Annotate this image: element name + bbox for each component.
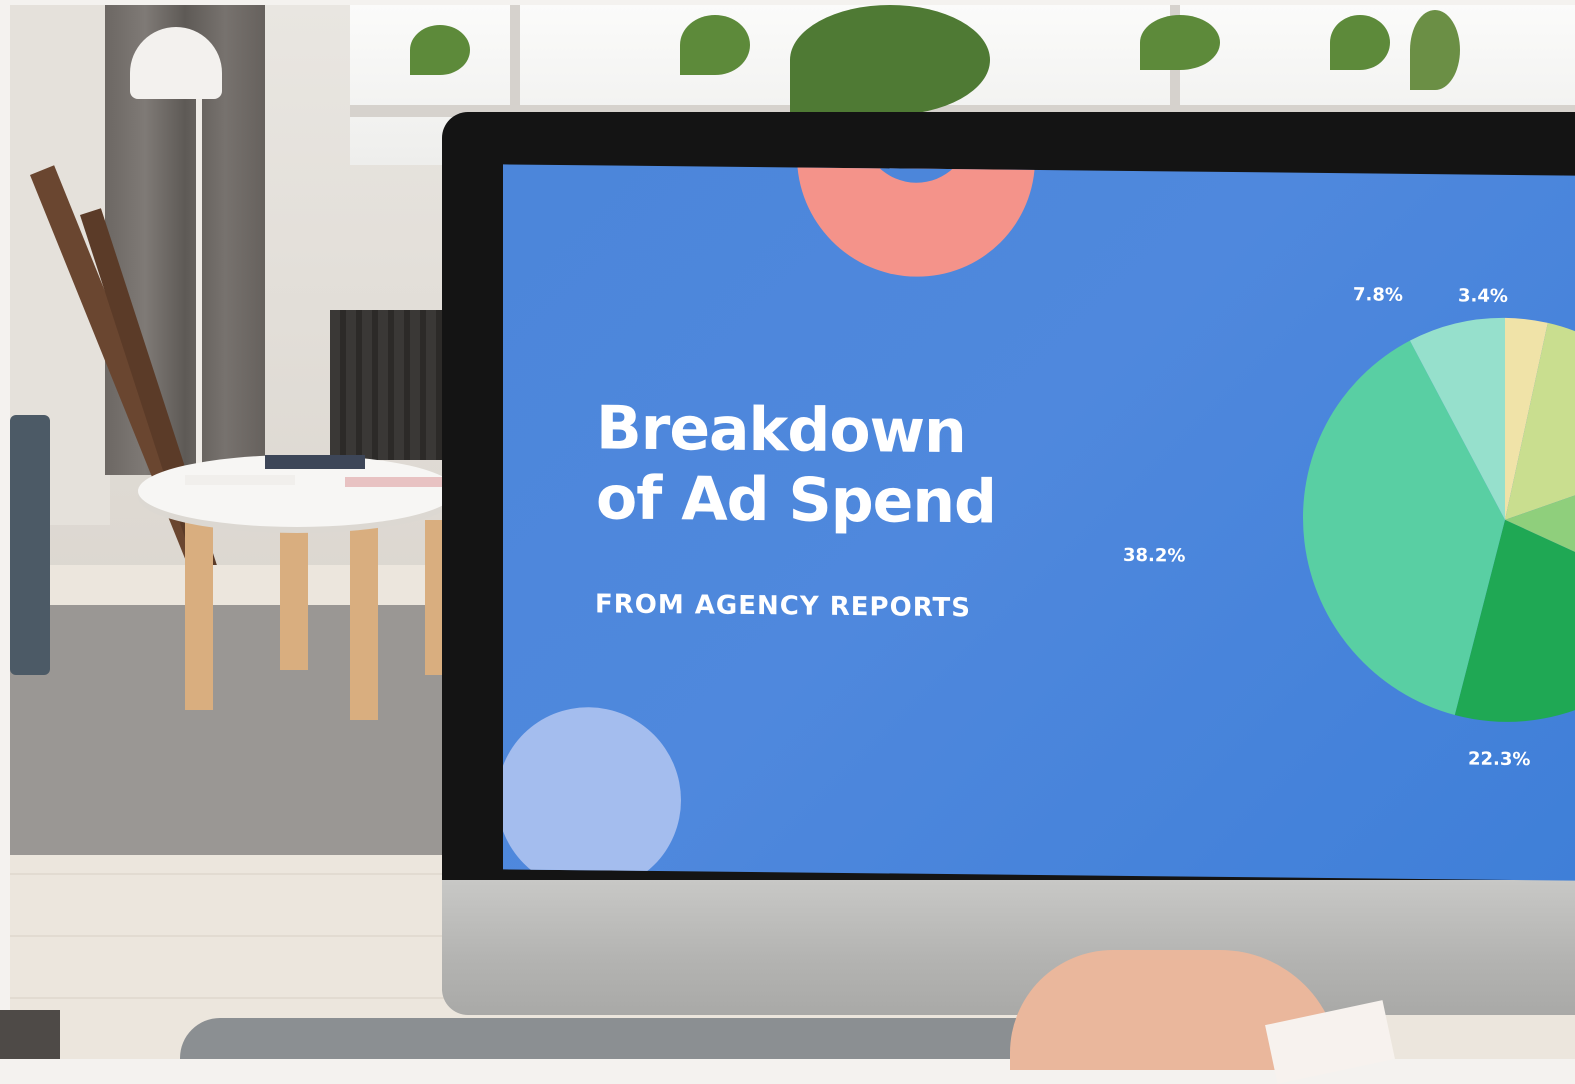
lamp-pole: [196, 99, 202, 519]
pie-label-2: 38.2%: [1123, 545, 1185, 567]
slide-subtitle: FROM AGENCY REPORTS: [595, 589, 972, 624]
pie-chart: 7.8%3.4%38.2%22.3%1: [1123, 284, 1575, 770]
rug: [10, 605, 470, 855]
monitor-chin: [442, 880, 1575, 1015]
plant: [1410, 10, 1460, 90]
plant: [410, 25, 470, 75]
pie-label-1: 3.4%: [1458, 285, 1508, 307]
slide-title-line2: of Ad Spend: [596, 463, 997, 538]
table-leg: [350, 520, 378, 720]
table-leg: [280, 520, 308, 670]
hair: [0, 1010, 60, 1059]
radiator: [330, 310, 460, 460]
plant: [790, 5, 990, 115]
slide-title-line1: Breakdown: [596, 393, 966, 468]
pie-label-0: 7.8%: [1353, 284, 1403, 306]
plant: [1330, 15, 1390, 70]
ring-decoration: [797, 164, 1035, 277]
circle-decoration: [503, 706, 681, 881]
paper: [185, 475, 295, 485]
slide-title: Breakdown of Ad Spend: [596, 393, 996, 537]
sleeve: [180, 1018, 1080, 1059]
table-leg: [185, 520, 213, 710]
plant: [1140, 15, 1220, 70]
plant: [680, 15, 750, 75]
book: [265, 455, 365, 469]
notebook: [345, 477, 445, 487]
pie-label-3: 22.3%: [1468, 748, 1530, 770]
monitor-screen: Breakdown of Ad Spend FROM AGENCY REPORT…: [503, 164, 1575, 881]
chair: [10, 415, 50, 675]
